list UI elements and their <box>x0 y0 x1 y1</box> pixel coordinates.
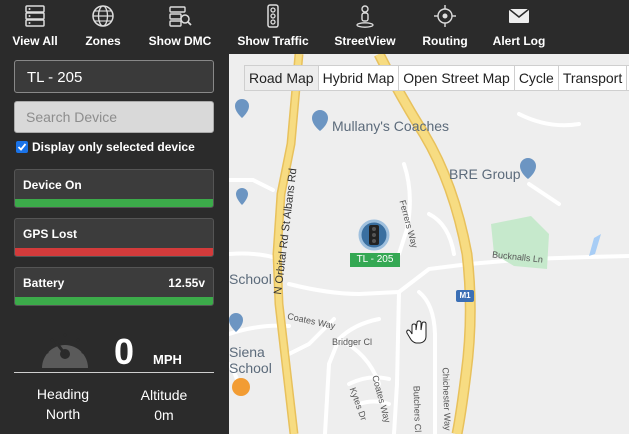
device-select[interactable]: TL - 205 <box>14 60 214 93</box>
heading-label: Heading <box>36 386 90 402</box>
check-icon <box>17 143 27 151</box>
map-type-tabs: Road Map Hybrid Map Open Street Map Cycl… <box>244 65 629 91</box>
road-label-butchers: Butchers Cl <box>411 385 424 433</box>
road-label-bridger: Bridger Cl <box>332 337 373 347</box>
app-window: View All Zones Show DMC Show Traffic Str… <box>0 0 629 434</box>
altitude-label: Altitude <box>140 387 188 403</box>
status-bar-red <box>15 248 213 256</box>
tab-road-map[interactable]: Road Map <box>245 66 319 90</box>
heading-value: North <box>45 406 81 422</box>
traffic-light-icon <box>260 3 286 29</box>
search-device-input[interactable] <box>14 101 214 133</box>
status-bar-green <box>15 297 213 305</box>
view-all-label: View All <box>12 34 58 48</box>
status-card-gps-lost: GPS Lost <box>14 218 214 257</box>
view-all-button[interactable]: View All <box>12 0 58 54</box>
display-only-checkbox[interactable] <box>16 141 28 153</box>
zones-button[interactable]: Zones <box>84 0 122 54</box>
server-stack-icon <box>22 3 48 29</box>
zones-label: Zones <box>85 34 121 48</box>
vehicle-label[interactable]: TL - 205 <box>350 253 400 267</box>
streetview-label: StreetView <box>334 34 396 48</box>
status-card-battery: Battery 12.55v <box>14 267 214 306</box>
tab-cycle[interactable]: Cycle <box>514 66 559 90</box>
status-card-value: 12.55v <box>168 276 205 290</box>
speedometer-icon <box>42 333 88 368</box>
routing-label: Routing <box>422 34 468 48</box>
show-dmc-button[interactable]: Show DMC <box>148 0 212 54</box>
top-toolbar: View All Zones Show DMC Show Traffic Str… <box>0 0 629 54</box>
alert-log-label: Alert Log <box>492 34 546 48</box>
status-card-label: Battery <box>23 276 65 290</box>
tab-open-street-map[interactable]: Open Street Map <box>399 66 515 90</box>
poi-label-school[interactable]: School <box>229 271 272 287</box>
status-card-label: GPS Lost <box>23 227 78 241</box>
globe-icon <box>90 3 116 29</box>
envelope-icon <box>506 3 532 29</box>
display-only-label: Display only selected device <box>32 140 195 154</box>
speed-unit: MPH <box>153 352 182 367</box>
altitude-value: 0m <box>154 407 174 423</box>
water-area <box>589 234 601 256</box>
sidebar-divider <box>14 372 214 373</box>
speed-value: 0 <box>114 331 135 372</box>
status-bar-green <box>15 199 213 207</box>
alert-log-button[interactable]: Alert Log <box>492 0 546 54</box>
poi-label-siena-school[interactable]: Siena School <box>229 344 272 376</box>
streetview-button[interactable]: StreetView <box>334 0 396 54</box>
dmc-search-icon <box>167 3 193 29</box>
display-only-selected-toggle[interactable]: Display only selected device <box>16 140 195 154</box>
show-dmc-label: Show DMC <box>148 34 212 48</box>
routing-button[interactable]: Routing <box>422 0 468 54</box>
tab-hybrid-map[interactable]: Hybrid Map <box>318 66 400 90</box>
device-sidebar: TL - 205 Display only selected device De… <box>0 54 229 434</box>
food-poi-icon <box>232 378 250 396</box>
poi-label-mullanys[interactable]: Mullany's Coaches <box>332 118 449 134</box>
hand-cursor-icon <box>406 320 427 344</box>
show-traffic-button[interactable]: Show Traffic <box>237 0 309 54</box>
m1-badge: M1 <box>456 290 474 302</box>
map-view[interactable]: Road Map Hybrid Map Open Street Map Cycl… <box>229 54 629 434</box>
pegman-icon <box>352 3 378 29</box>
tab-transport[interactable]: Transport <box>558 66 628 90</box>
poi-label-bre-group[interactable]: BRE Group <box>449 166 521 182</box>
route-compass-icon <box>432 3 458 29</box>
show-traffic-label: Show Traffic <box>237 34 309 48</box>
status-card-label: Device On <box>23 178 82 192</box>
status-card-device-on: Device On <box>14 169 214 208</box>
